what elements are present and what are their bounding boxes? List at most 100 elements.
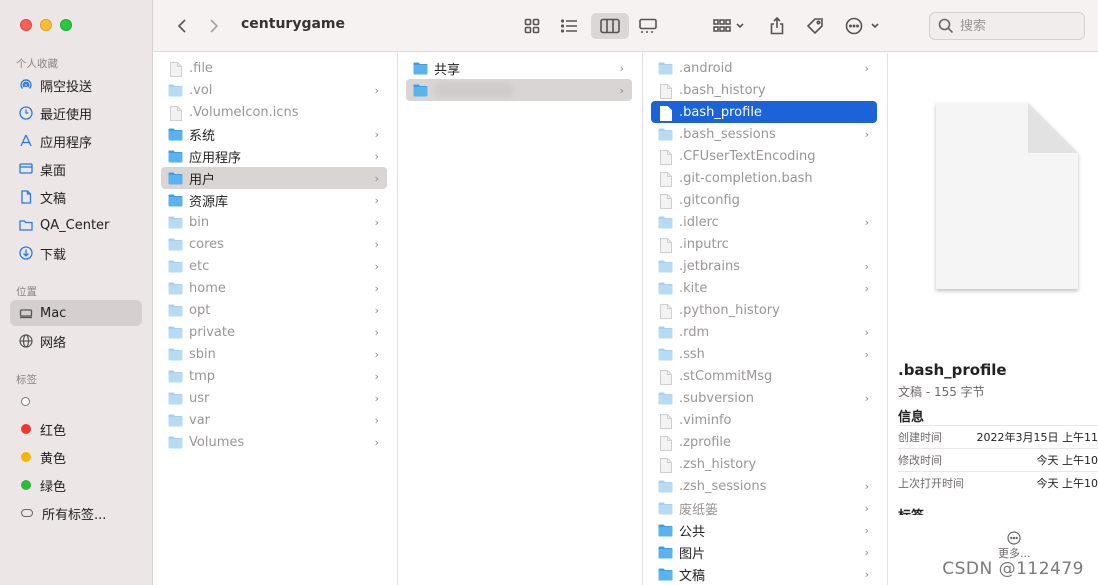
folder-row[interactable]: .bash_sessions › bbox=[651, 123, 877, 145]
folder-row[interactable]: 应用程序 › bbox=[161, 145, 387, 167]
folder-row[interactable]: .ssh › bbox=[651, 343, 877, 365]
tags-button[interactable] bbox=[803, 13, 827, 39]
folder-row[interactable]: .idlerc › bbox=[651, 211, 877, 233]
file-row[interactable]: .stCommitMsg bbox=[651, 365, 877, 387]
folder-row[interactable]: 系统 › bbox=[161, 123, 387, 145]
chevron-right-icon: › bbox=[374, 172, 379, 185]
chevron-right-icon: › bbox=[864, 502, 869, 515]
item-name: usr bbox=[189, 390, 210, 406]
folder-row[interactable]: cores › bbox=[161, 233, 387, 255]
file-row[interactable]: .git-completion.bash bbox=[651, 167, 877, 189]
file-row[interactable]: .inputrc bbox=[651, 233, 877, 255]
sidebar-item-label: 最近使用 bbox=[40, 107, 93, 123]
folder-row[interactable]: home › bbox=[161, 277, 387, 299]
info-key: 上次打开时间 bbox=[898, 476, 964, 490]
sidebar-item-label: QA_Center bbox=[40, 217, 110, 233]
favorites-section-title: 个人收藏 bbox=[16, 58, 58, 70]
folder-row[interactable]: etc › bbox=[161, 255, 387, 277]
sidebar-item-3[interactable]: 桌面 bbox=[10, 156, 142, 182]
folder-row[interactable]: .rdm › bbox=[651, 321, 877, 343]
file-row[interactable]: .python_history bbox=[651, 299, 877, 321]
folder-row[interactable]: 图片 › bbox=[651, 541, 877, 563]
item-name: .bash_history bbox=[679, 82, 766, 98]
folder-row[interactable]: tmp › bbox=[161, 365, 387, 387]
minimize-window-button[interactable] bbox=[40, 19, 52, 31]
folder-row[interactable]: .android › bbox=[651, 57, 877, 79]
folder-icon bbox=[168, 392, 183, 405]
sidebar-location-1[interactable]: 网络 bbox=[10, 328, 142, 354]
sidebar-item-2[interactable]: 应用程序 bbox=[10, 128, 142, 154]
view-columns-button[interactable] bbox=[591, 13, 629, 39]
sidebar-tag-2[interactable]: 黄色 bbox=[10, 444, 142, 470]
sidebar-item-6[interactable]: 下载 bbox=[10, 240, 142, 266]
back-button[interactable] bbox=[171, 13, 193, 39]
view-icons-button[interactable] bbox=[519, 13, 545, 39]
sidebar-item-0[interactable]: 隔空投送 bbox=[10, 72, 142, 98]
folder-icon bbox=[658, 568, 673, 581]
sidebar-tag-0[interactable] bbox=[10, 388, 142, 414]
clock-icon bbox=[19, 106, 33, 120]
folder-row[interactable]: opt › bbox=[161, 299, 387, 321]
folder-row[interactable]: .subversion › bbox=[651, 387, 877, 409]
folder-row[interactable]: .vol › bbox=[161, 79, 387, 101]
share-button[interactable] bbox=[765, 13, 789, 39]
folder-row[interactable]: 共享 › bbox=[406, 57, 632, 79]
sidebar-tag-3[interactable]: 绿色 bbox=[10, 472, 142, 498]
folder-row[interactable]: .jetbrains › bbox=[651, 255, 877, 277]
chevron-right-icon: › bbox=[619, 84, 624, 97]
view-list-button[interactable] bbox=[556, 13, 582, 39]
zoom-window-button[interactable] bbox=[60, 19, 72, 31]
file-row[interactable]: .bash_history bbox=[651, 79, 877, 101]
item-name: .vol bbox=[189, 82, 213, 98]
close-window-button[interactable] bbox=[20, 19, 32, 31]
more-actions-button[interactable] bbox=[843, 13, 883, 39]
group-button[interactable] bbox=[709, 13, 749, 39]
tag-dot-icon bbox=[21, 424, 31, 434]
folder-row[interactable]: 公共 › bbox=[651, 519, 877, 541]
file-row[interactable]: .bash_profile bbox=[651, 101, 877, 123]
item-name: .idlerc bbox=[679, 214, 719, 230]
folder-row[interactable]: 用户 › bbox=[161, 167, 387, 189]
file-row[interactable]: .file bbox=[161, 57, 387, 79]
folder-row[interactable]: .zsh_sessions › bbox=[651, 475, 877, 497]
folder-row[interactable]: usr › bbox=[161, 387, 387, 409]
folder-row[interactable]: Volumes › bbox=[161, 431, 387, 453]
folder-row[interactable]: sbin › bbox=[161, 343, 387, 365]
folder-row[interactable]: 文稿 › bbox=[651, 563, 877, 585]
file-row[interactable]: .zprofile bbox=[651, 431, 877, 453]
folder-icon bbox=[168, 414, 183, 427]
folder-row[interactable]: › bbox=[406, 79, 632, 101]
file-icon bbox=[658, 83, 673, 99]
sidebar-tag-4[interactable]: 所有标签... bbox=[10, 500, 142, 526]
sidebar-item-label: 桌面 bbox=[40, 163, 67, 179]
view-gallery-button[interactable] bbox=[635, 13, 661, 39]
search-input[interactable] bbox=[960, 18, 1070, 34]
forward-button[interactable] bbox=[203, 13, 225, 39]
sidebar-location-0[interactable]: Mac bbox=[10, 300, 142, 326]
preview-more-button[interactable]: 更多... bbox=[998, 531, 1031, 561]
file-icon bbox=[658, 413, 673, 429]
sidebar-item-5[interactable]: QA_Center bbox=[10, 212, 142, 238]
sidebar-item-1[interactable]: 最近使用 bbox=[10, 100, 142, 126]
folder-row[interactable]: private › bbox=[161, 321, 387, 343]
grid-icon bbox=[524, 18, 540, 34]
sidebar-tag-label: 黄色 bbox=[40, 451, 67, 467]
chevron-right-icon: › bbox=[374, 436, 379, 449]
sidebar-item-4[interactable]: 文稿 bbox=[10, 184, 142, 210]
folder-row[interactable]: 废纸篓 › bbox=[651, 497, 877, 519]
folder-row[interactable]: 资源库 › bbox=[161, 189, 387, 211]
file-row[interactable]: .viminfo bbox=[651, 409, 877, 431]
item-name: .rdm bbox=[679, 324, 710, 340]
file-row[interactable]: .gitconfig bbox=[651, 189, 877, 211]
sidebar-tag-1[interactable]: 红色 bbox=[10, 416, 142, 442]
search-field[interactable] bbox=[929, 12, 1085, 40]
file-row[interactable]: .VolumeIcon.icns bbox=[161, 101, 387, 123]
folder-row[interactable]: .kite › bbox=[651, 277, 877, 299]
folder-icon bbox=[168, 84, 183, 97]
folder-row[interactable]: bin › bbox=[161, 211, 387, 233]
folder-row[interactable]: var › bbox=[161, 409, 387, 431]
chevron-right-icon: › bbox=[374, 128, 379, 141]
file-row[interactable]: .zsh_history bbox=[651, 453, 877, 475]
file-row[interactable]: .CFUserTextEncoding bbox=[651, 145, 877, 167]
sidebar: 个人收藏 隔空投送 最近使用 应用程序 桌面 文稿 QA_Center 下载 位置 Mac 网… bbox=[0, 0, 153, 585]
